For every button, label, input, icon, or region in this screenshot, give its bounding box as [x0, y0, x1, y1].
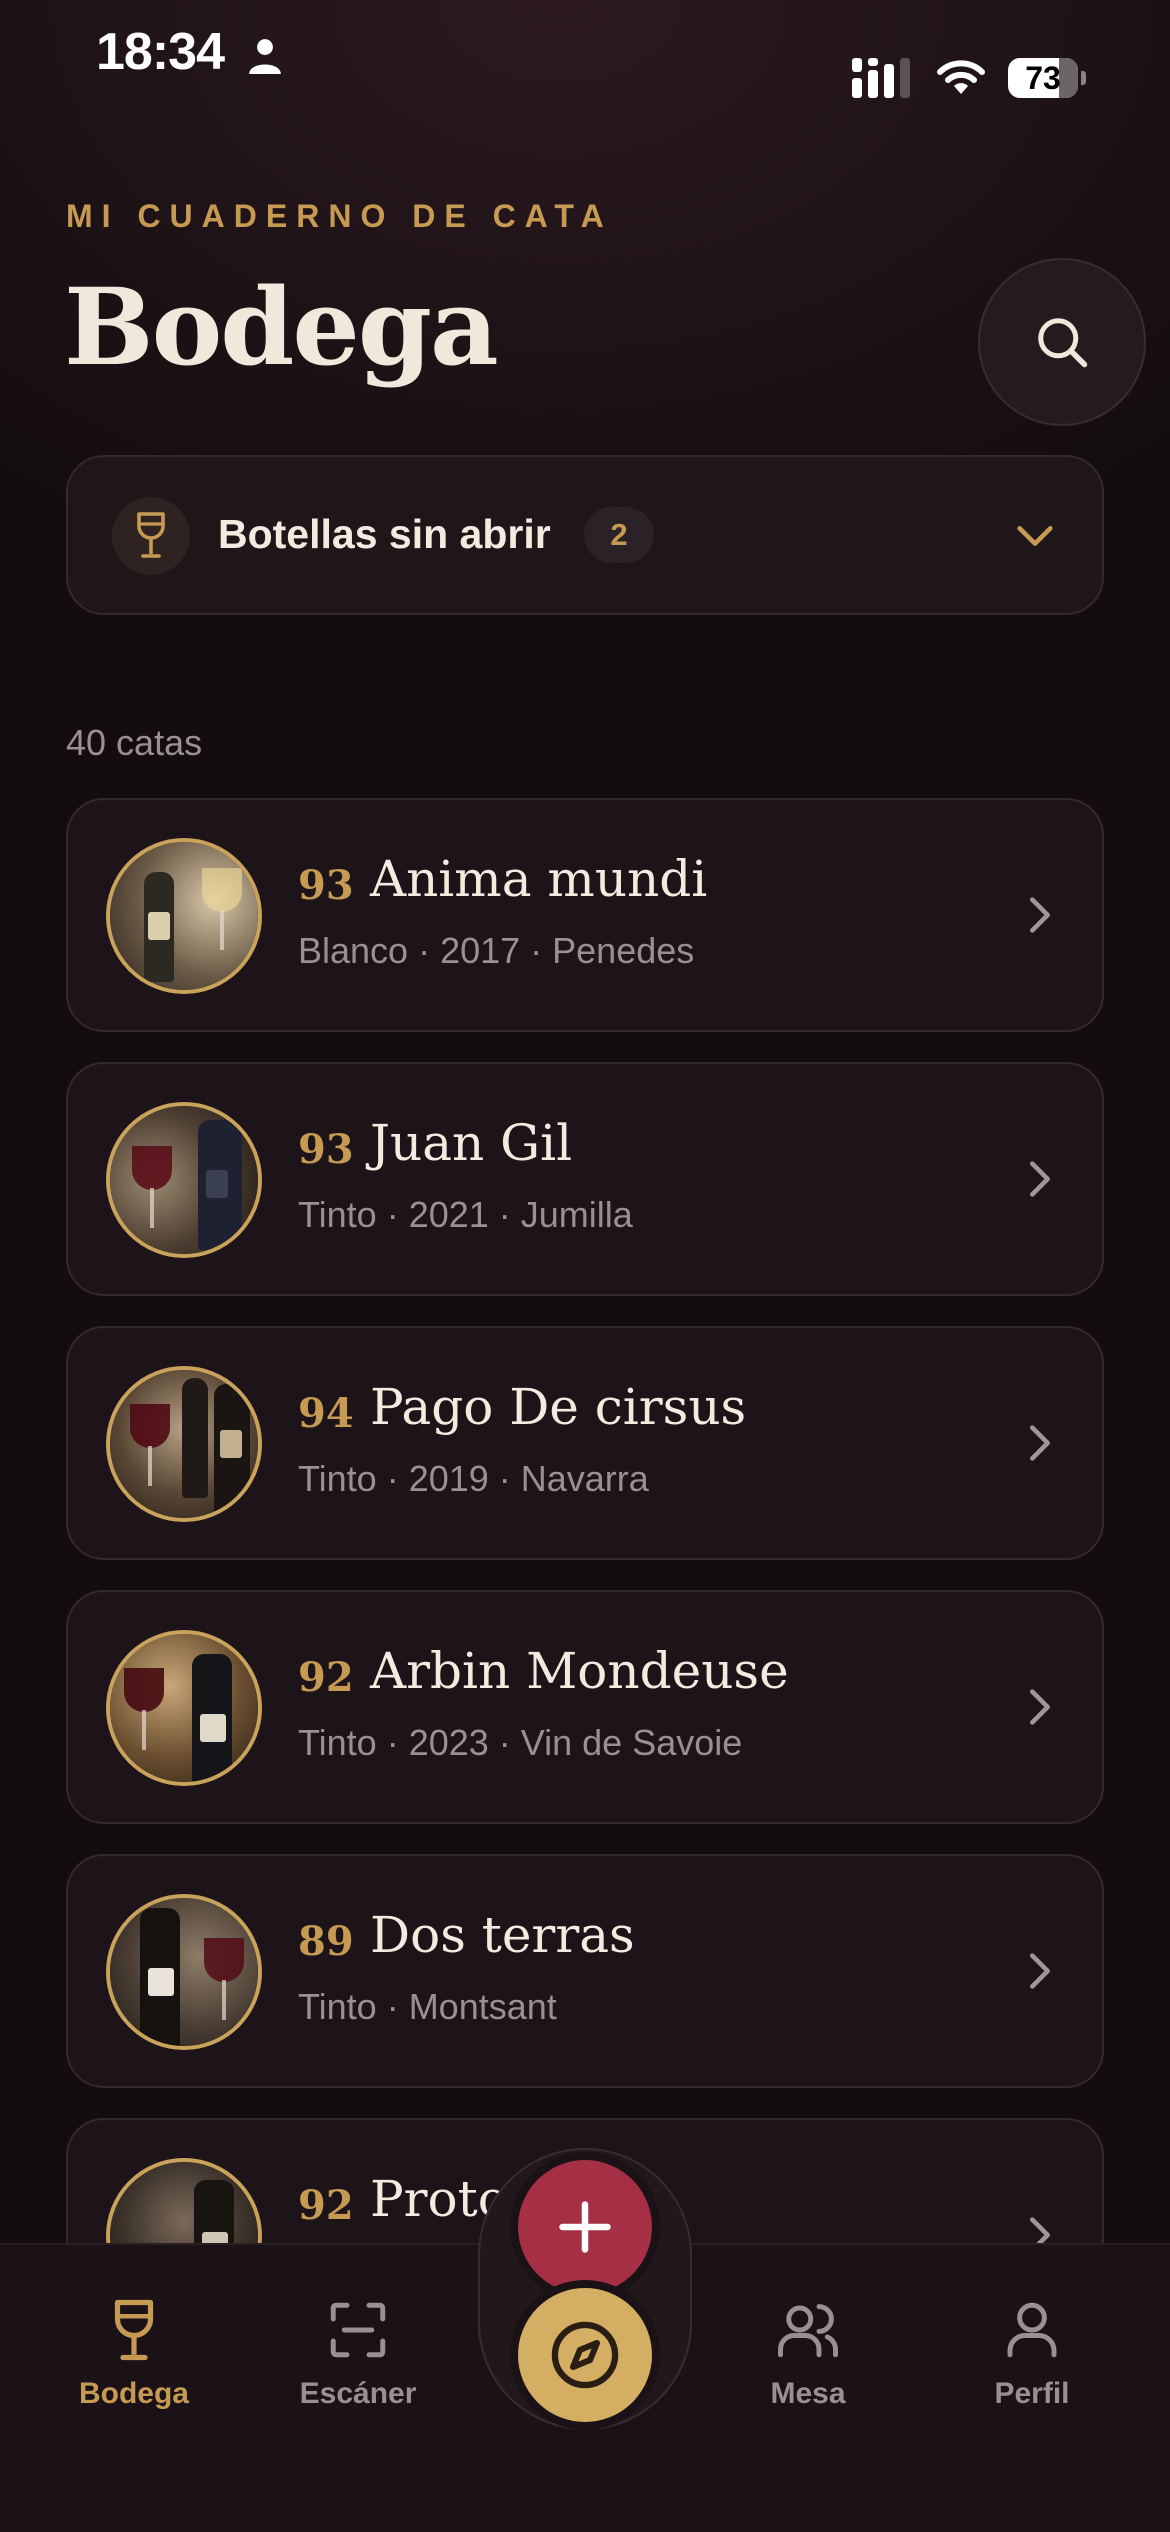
tab-label: Mesa [770, 2377, 846, 2410]
wine-glass-icon [137, 512, 165, 558]
tasting-score: 92 [298, 1654, 354, 1701]
status-time: 18:34 [96, 23, 225, 81]
wine-photo [106, 838, 262, 994]
wine-photo [106, 1366, 262, 1522]
tasting-card[interactable]: 93 Juan Gil Tinto · 2021 · Jumilla [66, 1062, 1104, 1296]
user-icon [1007, 2302, 1057, 2358]
tab-label: Escáner [299, 2377, 417, 2410]
scan-icon [330, 2302, 386, 2358]
wine-name: Arbin Mondeuse [370, 1642, 789, 1700]
wine-meta: Tinto · Montsant [298, 1986, 557, 2027]
chevron-right-icon [1030, 1689, 1050, 1725]
wine-glass-icon [114, 2299, 154, 2361]
person-icon [249, 39, 281, 74]
screen: 18:34 73 MI CUADERNO DE CATA Bodega Bote… [0, 0, 1170, 2532]
chevron-right-icon [1030, 1425, 1050, 1461]
chevron-right-icon [1030, 1953, 1050, 1989]
plus-icon [559, 2201, 611, 2253]
wine-photo [106, 1630, 262, 1786]
tasting-score: 89 [298, 1918, 354, 1965]
dropdown-icon-wrap [112, 497, 190, 575]
wine-photo [106, 1102, 262, 1258]
tasting-score: 93 [298, 862, 354, 909]
wine-meta: Tinto · 2021 · Jumilla [298, 1194, 633, 1235]
signal-icon [852, 58, 910, 98]
users-icon [778, 2304, 838, 2358]
tab-escaner[interactable]: Escáner [268, 2245, 448, 2445]
chevron-right-icon [1030, 1161, 1050, 1197]
wine-name: Dos terras [370, 1906, 635, 1964]
tasting-score: 92 [298, 2182, 354, 2229]
battery-icon: 73 [1008, 58, 1086, 98]
tab-bodega[interactable]: Bodega [44, 2245, 224, 2445]
battery-level: 73 [1025, 60, 1061, 96]
tasting-score: 94 [298, 1390, 354, 1437]
unopened-count-badge: 2 [584, 507, 654, 563]
tasting-card[interactable]: 89 Dos terras Tinto · Montsant [66, 1854, 1104, 2088]
chevron-right-icon [1030, 897, 1050, 933]
page-eyebrow: MI CUADERNO DE CATA [66, 198, 613, 234]
unopened-bottles-dropdown[interactable]: Botellas sin abrir 2 [66, 455, 1104, 615]
search-icon [1038, 318, 1088, 368]
chevron-down-icon [1017, 526, 1053, 546]
search-button[interactable] [978, 258, 1146, 426]
tab-perfil[interactable]: Perfil [942, 2245, 1122, 2445]
tastings-count: 40 catas [66, 722, 203, 763]
tab-label: Perfil [994, 2377, 1070, 2410]
unopened-bottles-label: Botellas sin abrir [218, 511, 551, 557]
tasting-card[interactable]: 92 Arbin Mondeuse Tinto · 2023 · Vin de … [66, 1590, 1104, 1824]
wifi-icon [937, 60, 985, 94]
wine-name: Juan Gil [370, 1114, 573, 1172]
wine-name: Pago De cirsus [370, 1378, 747, 1436]
wine-name: Anima mundi [370, 850, 708, 908]
wine-meta: Blanco · 2017 · Penedes [298, 930, 695, 971]
explore-button[interactable] [510, 2280, 660, 2430]
wine-photo [106, 1894, 262, 2050]
tab-label: Bodega [78, 2377, 189, 2410]
wine-meta: Tinto · 2023 · Vin de Savoie [298, 1722, 743, 1763]
tasting-card[interactable]: 93 Anima mundi Blanco · 2017 · Penedes [66, 798, 1104, 1032]
page-title: Bodega [64, 264, 499, 389]
tab-mesa[interactable]: Mesa [718, 2245, 898, 2445]
compass-icon [551, 2321, 619, 2389]
wine-meta: Tinto · 2019 · Navarra [298, 1458, 649, 1499]
tasting-score: 93 [298, 1126, 354, 1173]
tasting-card[interactable]: 94 Pago De cirsus Tinto · 2019 · Navarra [66, 1326, 1104, 1560]
